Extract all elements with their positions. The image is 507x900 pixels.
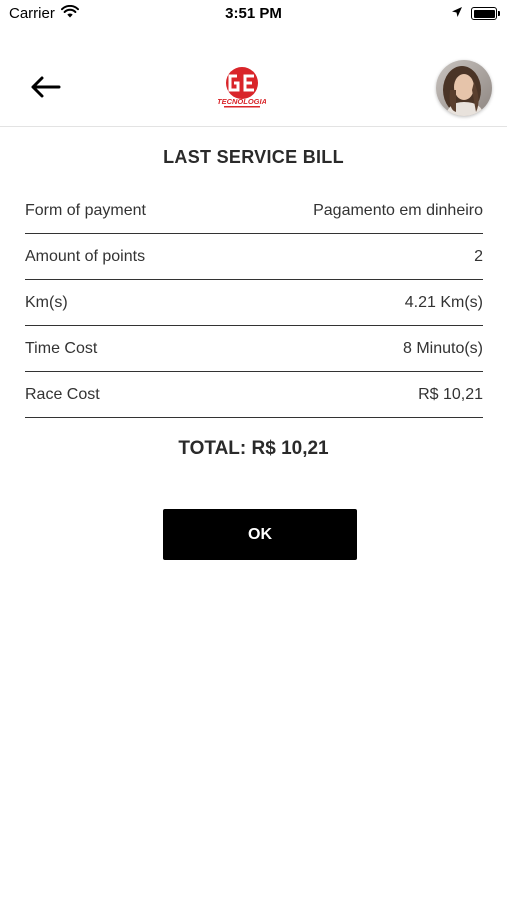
back-button[interactable] — [28, 72, 62, 102]
row-label: Amount of points — [25, 247, 146, 265]
logo-text: TECNOLOGIA — [218, 97, 266, 106]
row-label: Form of payment — [25, 201, 146, 219]
row-value: 2 — [474, 247, 483, 265]
row-value: R$ 10,21 — [418, 385, 483, 403]
row-value: Pagamento em dinheiro — [313, 201, 483, 219]
arrow-left-icon — [31, 76, 61, 98]
bill-row-race-cost: Race Cost R$ 10,21 — [25, 372, 483, 418]
bill-rows: Form of payment Pagamento em dinheiro Am… — [25, 188, 483, 418]
nav-bar: TECNOLOGIA — [0, 50, 507, 127]
battery-icon — [471, 7, 500, 20]
bill-title: LAST SERVICE BILL — [163, 147, 344, 167]
ok-button[interactable]: OK — [163, 509, 357, 560]
brand-logo: TECNOLOGIA — [217, 66, 267, 110]
status-bar: Carrier 3:51 PM — [0, 0, 507, 30]
bill-row-points: Amount of points 2 — [25, 234, 483, 280]
bill-row-payment: Form of payment Pagamento em dinheiro — [25, 188, 483, 234]
row-label: Km(s) — [25, 293, 68, 311]
row-value: 8 Minuto(s) — [402, 339, 483, 357]
row-value: 4.21 Km(s) — [404, 293, 483, 311]
status-right — [451, 5, 500, 22]
row-label: Race Cost — [25, 385, 100, 403]
avatar[interactable] — [436, 60, 492, 116]
bill-row-km: Km(s) 4.21 Km(s) — [25, 280, 483, 326]
bill-total: TOTAL: R$ 10,21 — [178, 438, 329, 459]
row-label: Time Cost — [25, 339, 98, 357]
bill-row-time-cost: Time Cost 8 Minuto(s) — [25, 326, 483, 372]
status-time: 3:51 PM — [225, 5, 282, 22]
location-arrow-icon — [451, 5, 463, 22]
